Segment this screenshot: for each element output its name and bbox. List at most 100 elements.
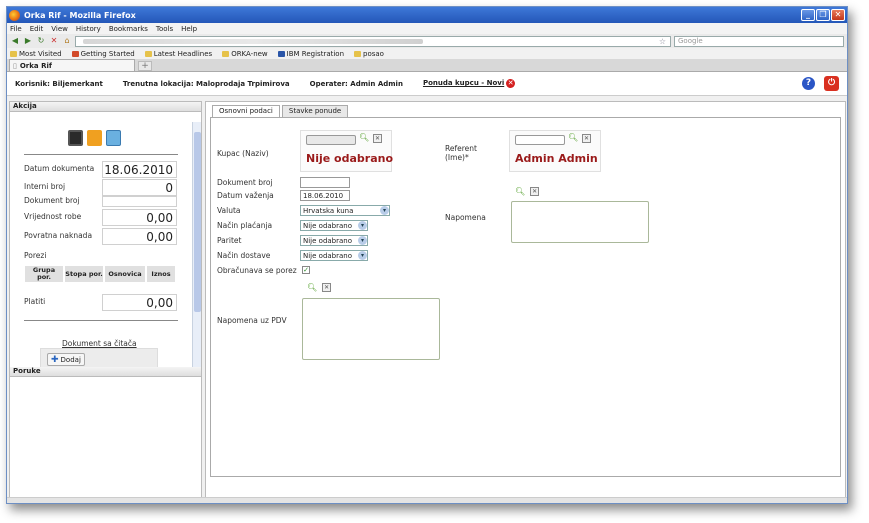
forward-icon[interactable]: ▶ [23,36,33,46]
paritet-label: Paritet [217,236,242,245]
app-header: Korisnik: Biljemerkant Trenutna lokacija… [7,72,847,96]
bookmark-latest-headlines[interactable]: Latest Headlines [144,50,212,58]
stop-icon[interactable]: ✕ [49,36,59,46]
back-icon[interactable]: ◀ [10,36,20,46]
kupac-value: Nije odabrano [306,152,394,165]
nacin-placanja-select[interactable]: Nije odabrano ▾ [300,220,368,231]
tab-osnovni-podaci[interactable]: Osnovni podaci [212,105,280,117]
chevron-down-icon: ▾ [358,236,367,245]
navigation-bar: ◀ ▶ ↻ ✕ ⌂ ☆ Google [7,34,847,48]
obracunava-label: Obračunava se porez [217,266,297,275]
menu-help[interactable]: Help [181,25,197,33]
clear-icon[interactable]: ✕ [373,134,382,143]
dokbroj-label: Dokument broj [24,196,80,205]
firefox-icon [71,50,79,57]
nacin-dostave-select[interactable]: Nije odabrano ▾ [300,250,368,261]
dokument-citac-link[interactable]: Dokument sa čitača [62,339,137,348]
porez-checkbox[interactable]: ✓ [302,266,310,274]
col-stopa: Stopa por. [64,265,104,283]
akcija-panel: Datum dokumenta 18.06.2010 Interni broj … [10,112,201,367]
search-icon[interactable]: 🔍︎ [568,133,578,142]
clear-icon[interactable]: ✕ [530,187,540,196]
referent-label: Referent (Ime)* [445,144,477,162]
menu-edit[interactable]: Edit [30,25,44,33]
help-icon[interactable]: ? [802,77,815,90]
vrijednost-field[interactable]: 0,00 [102,209,177,226]
porezi-label: Porezi [24,251,47,260]
menu-bookmarks[interactable]: Bookmarks [109,25,148,33]
scroll-thumb[interactable] [194,132,201,312]
bookmark-orka-new[interactable]: ORKA-new [222,50,268,58]
menu-history[interactable]: History [76,25,101,33]
scrollbar[interactable] [192,122,201,367]
dokbroj-input[interactable] [300,177,350,188]
platiti-field[interactable]: 0,00 [102,294,177,311]
tab-stavke-ponude[interactable]: Stavke ponude [281,105,349,117]
napomena-pdv-textarea[interactable] [302,298,440,360]
status-bar [7,497,847,503]
minimize-button[interactable]: _ [801,9,815,21]
valuta-select[interactable]: Hrvatska kuna ▾ [300,205,390,216]
divider [24,154,178,155]
clear-icon[interactable]: ✕ [322,283,332,292]
search-input[interactable]: Google [674,35,844,47]
napomena-textarea[interactable] [511,201,649,243]
save-icon[interactable] [68,130,83,146]
poruke-header: Poruke [10,367,201,377]
url-text-blurred [83,38,423,44]
datum-vazenja-input[interactable]: 18.06.2010 [300,190,350,201]
folder-icon [354,50,362,57]
platiti-label: Platiti [24,297,46,306]
close-doc-icon[interactable]: ✕ [506,79,516,88]
akcija-header: Akcija [10,102,201,112]
search-icon[interactable]: 🔍︎ [307,283,317,292]
menu-tools[interactable]: Tools [156,25,173,33]
logout-icon[interactable]: ⏻ [824,76,839,91]
browser-window: Orka Rif - Mozilla Firefox _ ❐ ✕ File Ed… [6,6,848,504]
clear-icon[interactable]: ✕ [582,134,591,143]
restore-button[interactable]: ❐ [816,9,830,21]
document-title: Ponuda kupcu - Novi ✕ [422,79,516,88]
rss-icon [144,50,152,57]
menu-view[interactable]: View [51,25,68,33]
search-icon[interactable]: 🔍︎ [515,187,525,196]
kupac-input[interactable] [306,135,356,145]
calculator-icon[interactable] [106,130,121,146]
bookmark-star-icon[interactable]: ☆ [659,37,666,46]
col-iznos: Iznos [146,265,176,283]
lock-icon[interactable] [87,130,102,146]
new-tab-button[interactable]: + [138,61,152,71]
search-icon[interactable]: 🔍︎ [359,133,369,142]
folder-icon [222,50,230,57]
menu-file[interactable]: File [10,25,22,33]
location-label: Trenutna lokacija: Maloprodaja Trpimirov… [122,79,290,88]
home-icon[interactable]: ⌂ [62,36,72,46]
interni-label: Interni broj [24,182,66,191]
dodaj-area: ✚ Dodaj [40,348,158,367]
bookmark-most-visited[interactable]: Most Visited [10,50,62,58]
url-bar[interactable]: ☆ [75,35,671,47]
dokbroj-field[interactable] [102,196,177,207]
nacin-placanja-label: Način plaćanja [217,221,273,230]
bookmark-posao[interactable]: posao [354,50,384,58]
datum-field[interactable]: 18.06.2010 [102,161,177,178]
reload-icon[interactable]: ↻ [36,36,46,46]
col-osnovica: Osnovica [104,265,146,283]
bookmark-getting-started[interactable]: Getting Started [71,50,135,58]
povratna-label: Povratna naknada [24,231,93,240]
folder-icon [10,50,17,57]
bookmarks-bar: Most Visited Getting Started Latest Head… [7,48,847,59]
kupac-picker: 🔍︎ ✕ Nije odabrano [300,130,394,172]
firefox-icon [9,9,20,21]
paritet-select[interactable]: Nije odabrano ▾ [300,235,368,246]
povratna-field[interactable]: 0,00 [102,228,177,245]
vrijednost-label: Vrijednost robe [24,212,82,221]
dodaj-button[interactable]: ✚ Dodaj [47,353,85,366]
close-window-button[interactable]: ✕ [831,9,845,21]
referent-input[interactable] [515,135,565,145]
interni-field[interactable]: 0 [102,179,177,196]
bookmark-ibm-registration[interactable]: IBM Registration [277,50,344,58]
plus-icon: ✚ [51,354,59,365]
col-grupa: Grupa por. [24,265,64,283]
browser-tab-orka[interactable]: ▯ Orka Rif [9,59,135,71]
